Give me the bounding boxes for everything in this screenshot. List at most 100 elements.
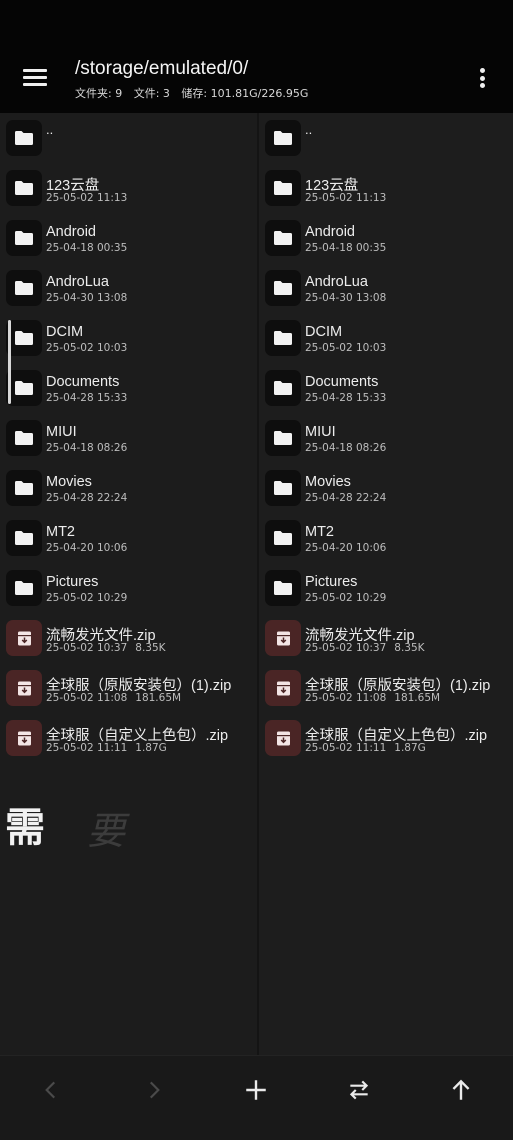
item-name: MT2 bbox=[46, 524, 75, 540]
file-item[interactable]: 全球服（原版安装包）(1).zip 25-05-02 11:08 181.65M bbox=[259, 664, 513, 714]
folder-icon bbox=[274, 331, 292, 345]
item-icon-container bbox=[265, 520, 301, 556]
folder-item[interactable]: Pictures 25-05-02 10:29 bbox=[0, 564, 257, 614]
file-item[interactable]: 全球服（自定义上色包）.zip 25-05-02 11:11 1.87G bbox=[259, 714, 513, 764]
more-vertical-icon-dot bbox=[480, 75, 485, 81]
item-icon-container bbox=[6, 520, 42, 556]
folder-item[interactable]: Documents 25-04-28 15:33 bbox=[0, 364, 257, 414]
file-item[interactable]: 全球服（原版安装包）(1).zip 25-05-02 11:08 181.65M bbox=[0, 664, 257, 714]
folder-icon bbox=[15, 531, 33, 545]
parent-directory-item[interactable]: .. bbox=[0, 114, 257, 164]
item-name: Android bbox=[46, 224, 96, 240]
item-name: DCIM bbox=[305, 324, 343, 340]
item-date: 25-04-18 00:35 bbox=[46, 242, 128, 254]
item-name: MIUI bbox=[305, 424, 336, 440]
back-button[interactable] bbox=[27, 1070, 75, 1110]
storage-usage: 储存: 101.81G/226.95G bbox=[181, 87, 309, 100]
add-button[interactable] bbox=[232, 1070, 280, 1110]
item-meta: 25-05-02 11:11 1.87G bbox=[46, 742, 167, 754]
hamburger-menu-icon-line bbox=[23, 76, 47, 79]
folder-item[interactable]: Movies 25-04-28 22:24 bbox=[259, 464, 513, 514]
menu-button[interactable] bbox=[18, 64, 52, 90]
item-name: MIUI bbox=[46, 424, 77, 440]
more-options-button[interactable] bbox=[470, 64, 496, 92]
file-item[interactable]: 流畅发光文件.zip 25-05-02 10:37 8.35K bbox=[259, 614, 513, 664]
overlay-character: 需 bbox=[5, 804, 45, 851]
item-name: Documents bbox=[46, 374, 120, 390]
folder-icon bbox=[274, 131, 292, 145]
item-meta: 25-05-02 10:29 bbox=[46, 592, 127, 604]
item-icon-container bbox=[265, 320, 301, 356]
item-icon-container bbox=[6, 370, 42, 406]
folder-item[interactable]: Android 25-04-18 00:35 bbox=[0, 214, 257, 264]
folder-item[interactable]: AndroLua 25-04-30 13:08 bbox=[0, 264, 257, 314]
item-meta: 25-05-02 10:03 bbox=[46, 342, 127, 354]
folder-item[interactable]: Movies 25-04-28 22:24 bbox=[0, 464, 257, 514]
item-icon-container bbox=[6, 420, 42, 456]
zip-archive-icon bbox=[276, 681, 290, 695]
item-size: 181.65M bbox=[135, 692, 182, 704]
item-date: 25-05-02 10:29 bbox=[46, 592, 128, 604]
folder-item[interactable]: MT2 25-04-20 10:06 bbox=[0, 514, 257, 564]
file-item[interactable]: 流畅发光文件.zip 25-05-02 10:37 8.35K bbox=[0, 614, 257, 664]
item-date: 25-04-18 08:26 bbox=[305, 442, 387, 454]
folder-item[interactable]: 123云盘 25-05-02 11:13 bbox=[259, 164, 513, 214]
folder-item[interactable]: Documents 25-04-28 15:33 bbox=[259, 364, 513, 414]
item-icon-container bbox=[6, 720, 42, 756]
right-file-pane[interactable]: .. 123云盘 25-05-02 11:13 Android 25-04-18 00:… bbox=[259, 113, 513, 1055]
item-date: 25-04-18 08:26 bbox=[46, 442, 128, 454]
folder-item[interactable]: MT2 25-04-20 10:06 bbox=[259, 514, 513, 564]
item-date: 25-04-28 22:24 bbox=[305, 492, 387, 504]
item-meta: 25-05-02 11:13 bbox=[46, 192, 127, 204]
item-date: 25-05-02 10:37 bbox=[305, 642, 387, 654]
item-date: 25-04-20 10:06 bbox=[46, 542, 128, 554]
item-date: 25-05-02 10:29 bbox=[305, 592, 387, 604]
item-name: MT2 bbox=[305, 524, 334, 540]
item-icon-container bbox=[265, 120, 301, 156]
left-file-pane[interactable]: .. 123云盘 25-05-02 11:13 Android 25-04-18 00:… bbox=[0, 113, 257, 1055]
item-meta: 25-05-02 10:37 8.35K bbox=[46, 642, 166, 654]
folder-item[interactable]: 123云盘 25-05-02 11:13 bbox=[0, 164, 257, 214]
forward-button[interactable] bbox=[130, 1070, 178, 1110]
item-icon-container bbox=[6, 120, 42, 156]
folder-item[interactable]: Pictures 25-05-02 10:29 bbox=[259, 564, 513, 614]
item-meta: 25-04-20 10:06 bbox=[46, 542, 127, 554]
item-name: AndroLua bbox=[305, 274, 368, 290]
item-date: 25-04-30 13:08 bbox=[46, 292, 128, 304]
item-date: 25-04-18 00:35 bbox=[305, 242, 387, 254]
left-pane-scrollbar[interactable] bbox=[8, 320, 11, 404]
parent-directory-item[interactable]: .. bbox=[259, 114, 513, 164]
item-date: 25-04-28 15:33 bbox=[305, 392, 387, 404]
item-meta: 25-05-02 10:37 8.35K bbox=[305, 642, 425, 654]
item-date: 25-05-02 11:11 bbox=[305, 742, 387, 754]
folder-item[interactable]: Android 25-04-18 00:35 bbox=[259, 214, 513, 264]
folder-item[interactable]: DCIM 25-05-02 10:03 bbox=[259, 314, 513, 364]
item-meta: 25-05-02 10:29 bbox=[305, 592, 386, 604]
folder-item[interactable]: MIUI 25-04-18 08:26 bbox=[259, 414, 513, 464]
item-name: Movies bbox=[305, 474, 351, 490]
folder-count: 文件夹: 9 bbox=[75, 87, 123, 100]
folder-icon bbox=[15, 231, 33, 245]
item-name: Pictures bbox=[46, 574, 99, 590]
item-icon-container bbox=[6, 270, 42, 306]
item-meta: 25-04-30 13:08 bbox=[46, 292, 127, 304]
item-date: 25-05-02 11:13 bbox=[305, 192, 387, 204]
item-date: 25-05-02 10:03 bbox=[305, 342, 387, 354]
item-date: 25-04-28 22:24 bbox=[46, 492, 128, 504]
folder-item[interactable]: DCIM 25-05-02 10:03 bbox=[0, 314, 257, 364]
swap-panes-button[interactable] bbox=[335, 1070, 383, 1110]
folder-icon bbox=[15, 281, 33, 295]
item-meta: 25-04-30 13:08 bbox=[305, 292, 386, 304]
item-name: DCIM bbox=[46, 324, 84, 340]
item-meta: 25-05-02 11:08 181.65M bbox=[305, 692, 440, 704]
folder-icon bbox=[15, 481, 33, 495]
file-item[interactable]: 全球服（自定义上色包）.zip 25-05-02 11:11 1.87G bbox=[0, 714, 257, 764]
folder-item[interactable]: MIUI 25-04-18 08:26 bbox=[0, 414, 257, 464]
item-icon-container bbox=[265, 420, 301, 456]
item-meta: 25-04-28 15:33 bbox=[305, 392, 386, 404]
item-icon-container bbox=[6, 220, 42, 256]
go-up-button[interactable] bbox=[437, 1070, 485, 1110]
item-name: Movies bbox=[46, 474, 92, 490]
item-meta: 25-04-28 22:24 bbox=[46, 492, 127, 504]
folder-item[interactable]: AndroLua 25-04-30 13:08 bbox=[259, 264, 513, 314]
